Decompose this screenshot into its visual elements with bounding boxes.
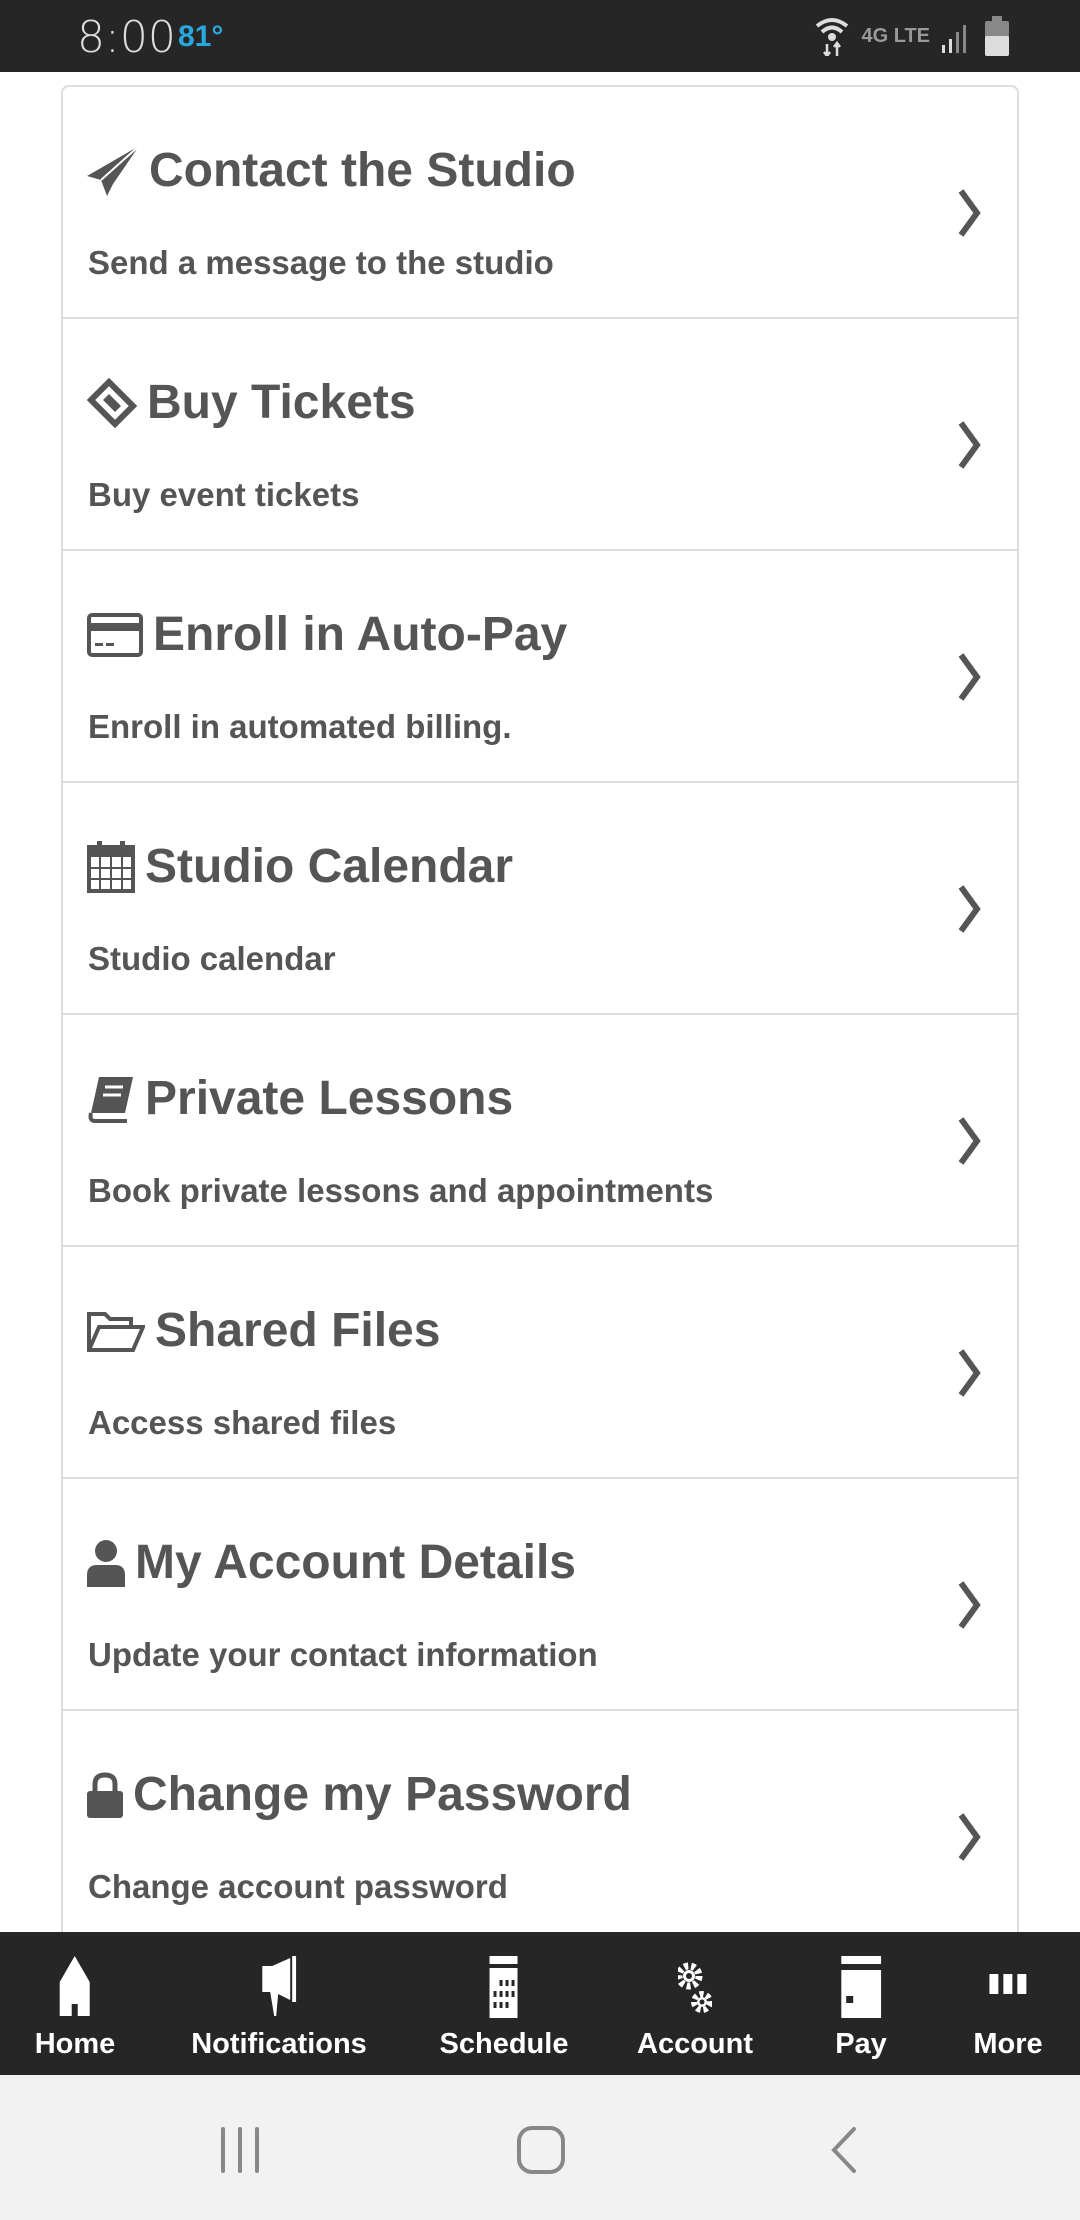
status-icons: 4G LTE xyxy=(815,16,1010,56)
signal-icon xyxy=(942,25,966,53)
nav-more[interactable]: More xyxy=(973,1956,1043,2061)
calendar-grid-icon xyxy=(490,1956,518,2018)
nav-label: More xyxy=(973,2028,1043,2060)
chevron-right-icon xyxy=(958,1349,981,1397)
menu-item-title: Change my Password xyxy=(133,1768,632,1821)
menu-item-private-lessons[interactable]: Private Lessons Book private lessons and… xyxy=(63,1015,1017,1247)
paper-plane-icon xyxy=(87,145,139,196)
home-button[interactable] xyxy=(516,2125,566,2175)
chevron-right-icon xyxy=(958,421,981,469)
system-nav-bar xyxy=(0,2075,1080,2220)
nav-account[interactable]: Account xyxy=(637,1956,753,2061)
menu-item-buy-tickets[interactable]: Buy Tickets Buy event tickets xyxy=(63,319,1017,551)
menu-item-shared-files[interactable]: Shared Files Access shared files xyxy=(63,1247,1017,1479)
credit-card-icon xyxy=(87,612,143,657)
chevron-right-icon xyxy=(958,1813,981,1861)
nav-label: Pay xyxy=(835,2028,887,2060)
clock: 8:00 xyxy=(77,12,176,63)
menu-item-auto-pay[interactable]: Enroll in Auto-Pay Enroll in automated b… xyxy=(63,551,1017,783)
nav-schedule[interactable]: Schedule xyxy=(439,1956,569,2061)
nav-notifications[interactable]: Notifications xyxy=(191,1956,367,2061)
menu-item-title: Enroll in Auto-Pay xyxy=(153,608,568,661)
menu-item-change-password[interactable]: Change my Password Change account passwo… xyxy=(63,1711,1017,1943)
nav-label: Account xyxy=(637,2028,753,2060)
menu-item-subtitle: Buy event tickets xyxy=(88,476,360,513)
menu-item-studio-calendar[interactable]: Studio Calendar Studio calendar xyxy=(63,783,1017,1015)
network-type: 4G LTE xyxy=(861,25,930,47)
menu-item-subtitle: Book private lessons and appointments xyxy=(88,1172,714,1209)
gears-icon xyxy=(678,1962,712,2013)
book-icon xyxy=(88,1076,133,1123)
status-bar: 8:00 81° 4G LTE xyxy=(0,0,1080,72)
nav-label: Notifications xyxy=(191,2028,367,2060)
menu-item-subtitle: Send a message to the studio xyxy=(88,244,554,281)
menu-item-title: My Account Details xyxy=(135,1536,576,1589)
menu-item-subtitle: Change account password xyxy=(88,1868,508,1905)
menu-item-title: Private Lessons xyxy=(145,1072,514,1125)
home-icon xyxy=(59,1956,90,2016)
menu-item-title: Shared Files xyxy=(155,1304,441,1357)
credit-card-icon xyxy=(840,1956,881,2018)
battery-icon xyxy=(985,16,1009,56)
recent-apps-button[interactable] xyxy=(215,2125,265,2175)
lock-icon xyxy=(87,1771,123,1818)
temperature: 81° xyxy=(178,20,224,53)
ticket-icon xyxy=(87,377,137,428)
nav-home[interactable]: Home xyxy=(34,1956,116,2061)
menu-list: Contact the Studio Send a message to the… xyxy=(61,85,1019,1985)
menu-item-subtitle: Access shared files xyxy=(88,1404,397,1441)
folder-open-icon xyxy=(87,1311,145,1352)
chevron-right-icon xyxy=(958,885,981,933)
chevron-right-icon xyxy=(958,1581,981,1629)
bottom-nav: Home Notifications Schedule Account Pay … xyxy=(0,1932,1080,2075)
menu-item-title: Buy Tickets xyxy=(147,376,416,429)
nav-label: Schedule xyxy=(439,2028,569,2060)
menu-item-subtitle: Studio calendar xyxy=(88,940,336,977)
nav-pay[interactable]: Pay xyxy=(835,1956,887,2061)
calendar-icon xyxy=(87,840,135,893)
menu-item-subtitle: Enroll in automated billing. xyxy=(88,708,512,745)
menu-item-title: Studio Calendar xyxy=(145,840,514,893)
menu-item-account-details[interactable]: My Account Details Update your contact i… xyxy=(63,1479,1017,1711)
megaphone-icon xyxy=(262,1956,296,2016)
ellipsis-icon xyxy=(988,1974,1026,1994)
back-button[interactable] xyxy=(820,2125,870,2175)
chevron-right-icon xyxy=(958,189,981,237)
nav-label: Home xyxy=(34,2028,116,2060)
chevron-right-icon xyxy=(958,1117,981,1165)
user-icon xyxy=(87,1539,125,1587)
menu-item-contact-studio[interactable]: Contact the Studio Send a message to the… xyxy=(63,87,1017,319)
chevron-right-icon xyxy=(958,653,981,701)
menu-item-subtitle: Update your contact information xyxy=(88,1636,598,1673)
menu-item-title: Contact the Studio xyxy=(149,144,576,197)
wifi-icon xyxy=(816,18,849,56)
